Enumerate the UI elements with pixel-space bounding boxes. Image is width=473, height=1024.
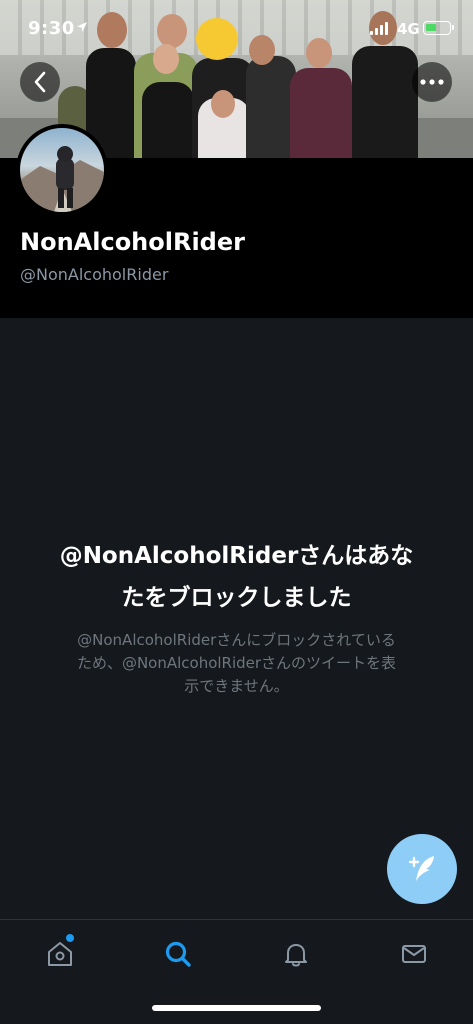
banner-person (142, 82, 194, 158)
banner-head (211, 90, 235, 118)
status-bar: 9:30 4G (0, 0, 473, 58)
banner-person (290, 68, 352, 158)
back-button[interactable] (20, 62, 60, 102)
cellular-signal-icon (370, 22, 388, 35)
tab-home[interactable] (40, 934, 80, 974)
more-dots-icon (420, 79, 444, 85)
banner-person (352, 46, 418, 158)
tab-search[interactable] (158, 934, 198, 974)
status-time: 9:30 (28, 18, 75, 39)
mail-icon (402, 945, 426, 963)
blocked-content-area (0, 318, 473, 920)
bell-icon (285, 944, 307, 967)
avatar-rider-image (20, 146, 104, 212)
tab-messages[interactable] (394, 934, 434, 974)
home-indicator[interactable] (152, 1005, 321, 1011)
compose-tweet-button[interactable] (387, 834, 457, 904)
blocked-title-line: たをブロックしました (121, 585, 352, 611)
location-arrow-icon (77, 22, 87, 32)
blocked-description-line: 示できません。 (184, 677, 289, 695)
banner-person (246, 56, 296, 158)
compose-feather-icon (408, 856, 434, 881)
home-icon (48, 942, 72, 966)
chevron-left-icon (34, 71, 46, 93)
profile-avatar[interactable] (16, 124, 108, 216)
blocked-title-line: @NonAlcoholRiderさんはあな (59, 543, 414, 569)
profile-handle: @NonAlcoholRider (20, 265, 169, 284)
network-type: 4G (397, 20, 420, 38)
blocked-description-line: @NonAlcoholRiderさんにブロックされている (77, 631, 396, 649)
home-notification-badge (66, 934, 74, 942)
blocked-description: @NonAlcoholRiderさんにブロックされている ため、@NonAlco… (40, 629, 433, 698)
blocked-title: @NonAlcoholRiderさんはあな たをブロックしました (30, 535, 443, 619)
battery-icon (423, 21, 454, 35)
profile-display-name: NonAlcoholRider (20, 228, 245, 256)
search-icon (165, 941, 191, 967)
more-options-button[interactable] (412, 62, 452, 102)
blocked-description-line: ため、@NonAlcoholRiderさんのツイートを表 (76, 654, 397, 672)
battery-level (426, 24, 436, 31)
tab-notifications[interactable] (276, 934, 316, 974)
